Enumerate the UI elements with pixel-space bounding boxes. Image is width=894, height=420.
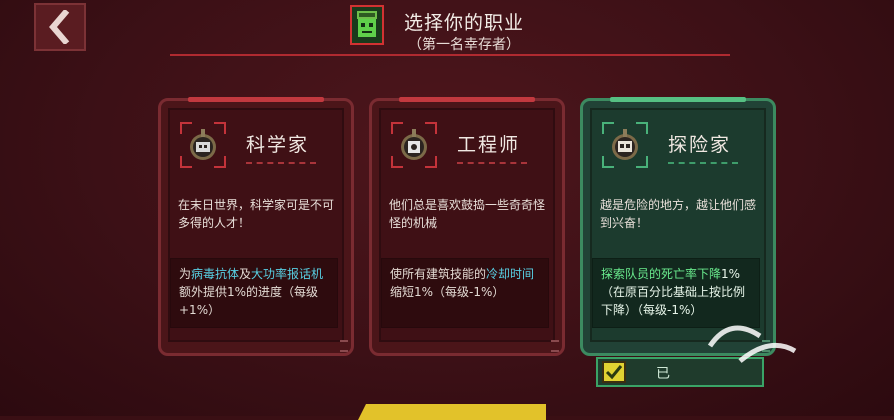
card-title: 科学家 (246, 134, 310, 156)
page-subtitle: （第一名幸存者） (408, 37, 520, 53)
bottom-confirm-button[interactable] (358, 404, 546, 420)
class-card-engineer[interactable]: 工程师 他们总是喜欢鼓捣一些奇奇怪怪的机械 使所有建筑技能的冷却时间缩短1%（每… (369, 97, 565, 356)
explorer-emblem-icon (602, 122, 648, 168)
card-description: 在末日世界，科学家可是不可多得的人才！ (178, 198, 335, 230)
back-button[interactable] (34, 3, 86, 51)
card-title: 探险家 (668, 134, 732, 156)
survivor-face-icon (357, 11, 377, 37)
card-bonus: 使所有建筑技能的冷却时间缩短1%（每级-1%） (381, 258, 549, 328)
select-button-label: 已 (656, 366, 670, 382)
card-description: 他们总是喜欢鼓捣一些奇奇怪怪的机械 (389, 198, 546, 230)
watermark-logo-icon (707, 325, 797, 363)
checkmark-icon (602, 361, 626, 383)
chevron-left-icon (49, 10, 70, 44)
card-title: 工程师 (457, 134, 521, 156)
scientist-emblem-icon (180, 122, 226, 168)
engineer-emblem-icon (391, 122, 437, 168)
header-divider (170, 54, 730, 56)
header: 选择你的职业 （第一名幸存者） (350, 5, 550, 55)
class-card-scientist[interactable]: 科学家 在末日世界，科学家可是不可多得的人才！ 为病毒抗体及大功率报话机额外提供… (158, 97, 354, 356)
menu-lines-icon (340, 340, 348, 352)
card-bonus: 为病毒抗体及大功率报话机额外提供1%的进度（每级+1%） (170, 258, 338, 328)
menu-lines-icon (551, 340, 559, 352)
page-title: 选择你的职业 (404, 12, 525, 34)
card-description: 越是危险的地方，越让他们感到兴奋！ (600, 198, 757, 230)
survivor-avatar (350, 5, 384, 45)
